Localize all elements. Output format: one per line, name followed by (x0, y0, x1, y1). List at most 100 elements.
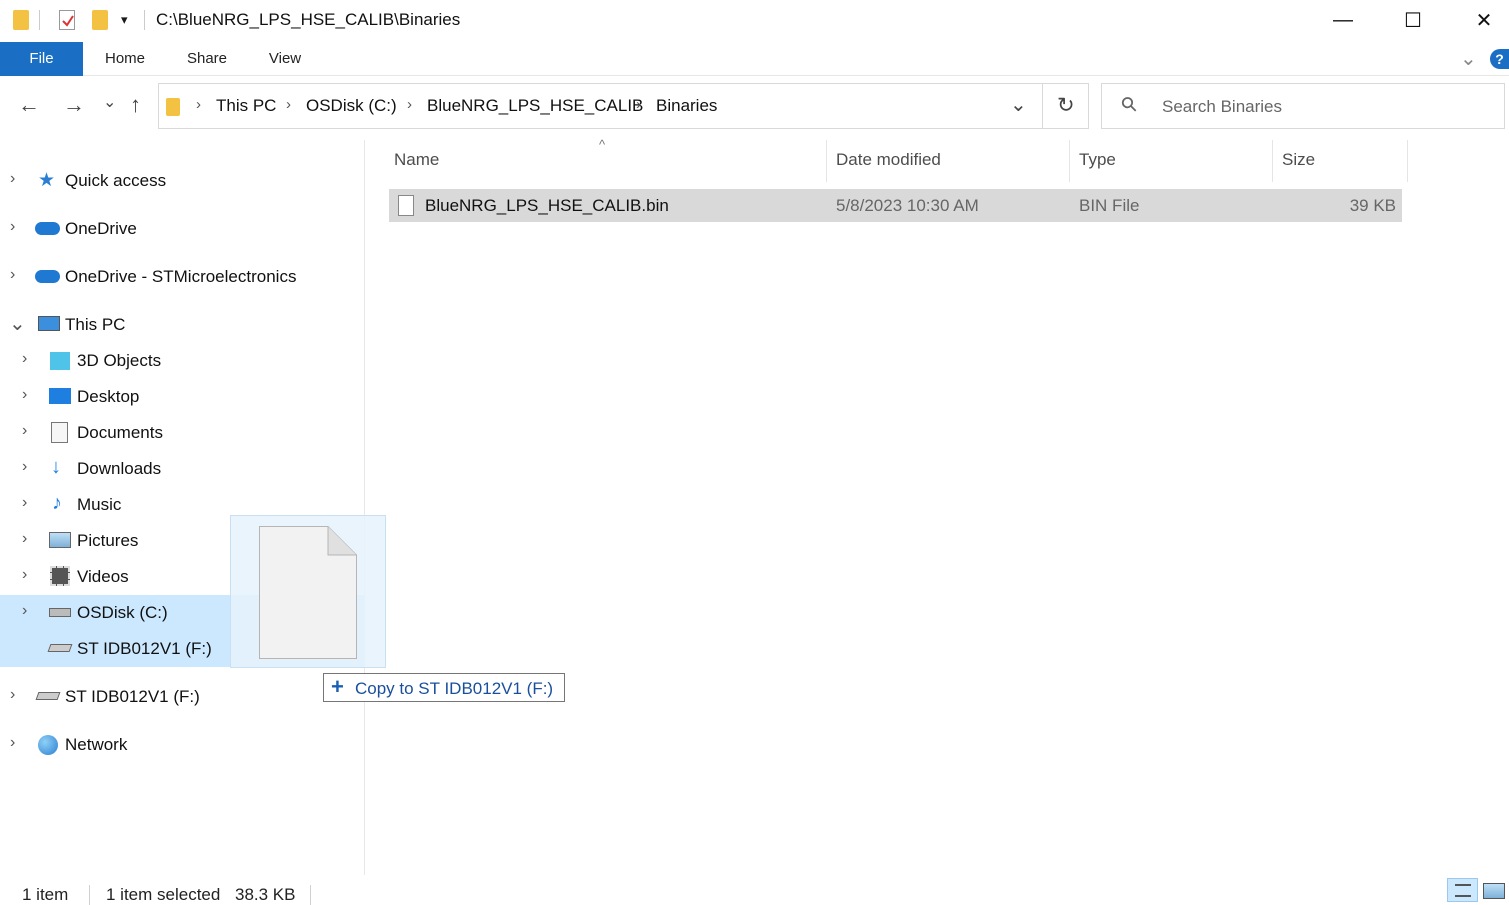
sidebar-item-label: This PC (65, 315, 126, 334)
file-type: BIN File (1079, 196, 1140, 215)
breadcrumb-osdisk[interactable]: OSDisk (C:) (306, 96, 397, 116)
sort-ascending-icon: ^ (599, 137, 606, 152)
breadcrumb-this-pc[interactable]: This PC (216, 96, 276, 116)
customize-quick-access-icon[interactable]: ▾ (121, 12, 128, 28)
chevron-right-icon[interactable]: › (10, 686, 15, 704)
network-icon (38, 735, 58, 755)
sidebar-item-quick-access[interactable]: › ★ Quick access (0, 163, 365, 199)
usb-drive-icon (35, 692, 61, 700)
column-divider[interactable] (1069, 140, 1070, 182)
search-icon: ⚲ (1116, 91, 1143, 118)
chevron-right-icon[interactable]: › (22, 494, 27, 512)
folder-icon (13, 10, 29, 30)
star-icon: ★ (38, 170, 56, 191)
breadcrumb-binaries[interactable]: Binaries (656, 96, 717, 116)
up-button[interactable]: ↑ (130, 92, 141, 118)
file-icon (398, 195, 414, 216)
back-button[interactable]: ← (18, 92, 40, 118)
cloud-icon (35, 270, 60, 283)
search-box[interactable]: ⚲ Search Binaries (1101, 83, 1505, 129)
properties-icon[interactable] (59, 10, 75, 30)
tab-share[interactable]: Share (178, 42, 236, 76)
table-row[interactable]: BlueNRG_LPS_HSE_CALIB.bin 5/8/2023 10:30… (389, 189, 1402, 222)
tab-view[interactable]: View (258, 42, 312, 76)
minimize-icon: — (1333, 8, 1353, 31)
sidebar-item-label: Music (77, 495, 122, 514)
refresh-icon[interactable]: ↻ (1057, 93, 1075, 118)
status-size: 38.3 KB (235, 885, 296, 904)
folder-icon (166, 98, 180, 116)
details-view-button[interactable] (1447, 878, 1478, 902)
chevron-right-icon[interactable]: › (10, 734, 15, 752)
chevron-right-icon[interactable]: › (10, 218, 15, 236)
chevron-right-icon[interactable]: › (22, 566, 27, 584)
sidebar-item-label: Documents (77, 423, 163, 442)
file-icon (259, 526, 357, 659)
sidebar-item-label: Network (65, 735, 128, 754)
maximize-icon: ☐ (1404, 9, 1422, 32)
column-header-type[interactable]: Type (1079, 150, 1116, 170)
address-dropdown-icon[interactable]: ⌄ (1010, 92, 1027, 117)
sidebar-item-network[interactable]: › Network (0, 727, 365, 763)
download-icon: ↓ (51, 456, 61, 478)
forward-button[interactable]: → (63, 92, 85, 118)
drag-preview (230, 515, 386, 668)
column-divider[interactable] (1272, 140, 1273, 182)
pictures-icon (49, 532, 71, 548)
column-header-name[interactable]: Name (394, 150, 439, 170)
minimize-button[interactable]: — (1308, 0, 1378, 40)
sidebar-item-downloads[interactable]: › ↓ Downloads (0, 451, 365, 487)
chevron-right-icon[interactable]: › (10, 266, 15, 284)
column-divider[interactable] (1407, 140, 1408, 182)
sidebar-item-documents[interactable]: › Documents (0, 415, 365, 451)
chevron-right-icon[interactable]: › (22, 458, 27, 476)
sidebar-item-label: Videos (77, 567, 129, 586)
new-folder-icon[interactable] (92, 10, 108, 30)
chevron-right-icon[interactable]: › (196, 96, 201, 113)
help-icon[interactable]: ? (1490, 49, 1509, 69)
cube-icon (50, 352, 70, 370)
file-name[interactable]: BlueNRG_LPS_HSE_CALIB.bin (425, 196, 669, 216)
tab-file[interactable]: File (0, 42, 83, 76)
column-header-size[interactable]: Size (1282, 150, 1315, 170)
expand-ribbon-icon[interactable]: ⌄ (1460, 46, 1477, 71)
sidebar-item-label: Downloads (77, 459, 162, 478)
chevron-down-icon[interactable]: ⌄ (9, 311, 26, 336)
tab-home[interactable]: Home (96, 42, 154, 76)
chevron-right-icon[interactable]: › (22, 386, 27, 404)
sidebar-item-st-drive[interactable]: › ST IDB012V1 (F:) (0, 679, 365, 715)
search-input[interactable]: Search Binaries (1162, 97, 1282, 117)
chevron-right-icon[interactable]: › (636, 96, 641, 113)
address-bar[interactable]: › This PC › OSDisk (C:) › BlueNRG_LPS_HS… (158, 83, 1089, 129)
sidebar-item-label: Desktop (77, 387, 140, 406)
sidebar-item-this-pc[interactable]: ⌄ This PC (0, 307, 365, 343)
chevron-right-icon[interactable]: › (407, 96, 412, 113)
sidebar-item-3d-objects[interactable]: › 3D Objects (0, 343, 365, 379)
column-divider[interactable] (826, 140, 827, 182)
chevron-right-icon[interactable]: › (10, 170, 15, 188)
sidebar-item-onedrive-st[interactable]: › OneDrive - STMicroelectronics (0, 259, 365, 295)
close-button[interactable]: ✕ (1449, 0, 1509, 40)
chevron-right-icon[interactable]: › (286, 96, 291, 113)
address-row: ← → ⌄ ↑ › This PC › OSDisk (C:) › BlueNR… (0, 80, 1509, 132)
column-header-date[interactable]: Date modified (836, 150, 941, 170)
divider (144, 10, 145, 30)
chevron-right-icon[interactable]: › (22, 350, 27, 368)
maximize-button[interactable]: ☐ (1378, 0, 1448, 40)
sidebar-item-onedrive[interactable]: › OneDrive (0, 211, 365, 247)
recent-locations-button[interactable]: ⌄ (103, 92, 116, 112)
file-date: 5/8/2023 10:30 AM (836, 196, 979, 215)
status-selected: 1 item selected (106, 885, 221, 904)
divider (39, 10, 40, 30)
chevron-right-icon[interactable]: › (22, 422, 27, 440)
sidebar-item-desktop[interactable]: › Desktop (0, 379, 365, 415)
chevron-right-icon[interactable]: › (22, 530, 27, 548)
large-icons-view-button[interactable] (1483, 883, 1505, 899)
chevron-right-icon[interactable]: › (22, 602, 27, 620)
details-view-icon (1455, 884, 1471, 897)
sidebar-item-label: Pictures (77, 531, 139, 550)
sidebar-item-label: ST IDB012V1 (F:) (77, 639, 212, 658)
desktop-icon (49, 388, 71, 404)
breadcrumb-bluenrg[interactable]: BlueNRG_LPS_HSE_CALIB (427, 96, 643, 116)
status-item-count: 1 item (22, 885, 69, 904)
